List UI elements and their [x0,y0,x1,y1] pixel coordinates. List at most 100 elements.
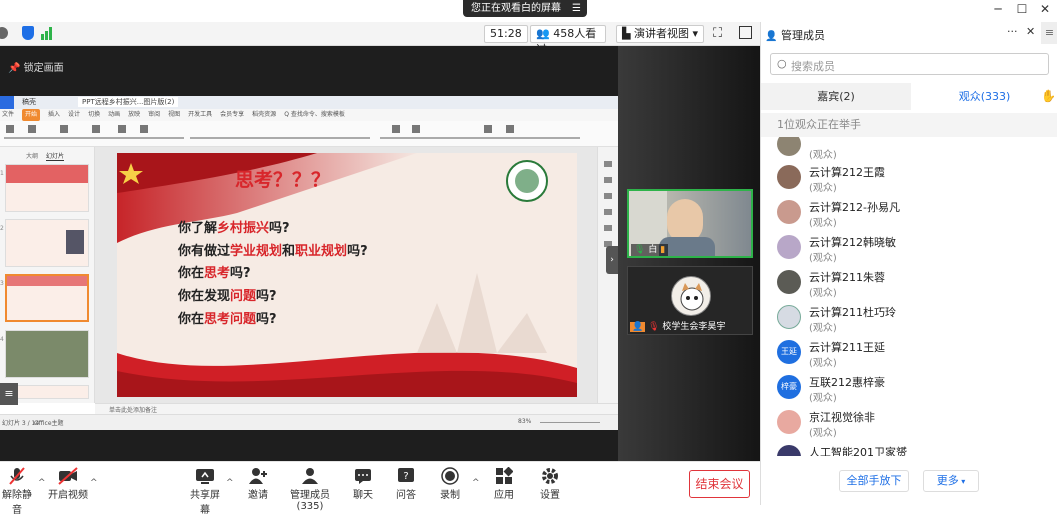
wps-tab-bar: 稿壳 PPT远程乡村振兴...图片版(2) [0,96,618,109]
list-item[interactable]: 京江视觉徐非 (观众) [777,407,1047,440]
slide-thumb-4[interactable] [5,330,89,378]
slide-thumb-2[interactable] [5,219,89,267]
more-button[interactable]: 更多 ▾ [923,470,979,492]
search-icon: ○ [777,57,787,70]
avatar [777,270,801,294]
close-icon[interactable]: ✕ [1026,25,1035,38]
record-button[interactable]: 录制 [438,466,462,501]
settings-button[interactable]: 设置 [538,466,562,501]
wps-tab-1[interactable]: 稿壳 [22,97,36,107]
slide-line-1: 你了解乡村振兴吗? [178,221,290,236]
chevron-up-icon[interactable]: ^ [90,478,98,488]
tab-guests[interactable]: 嘉宾(2) [761,83,911,110]
avatar: 王延 [777,340,801,364]
shield-icon[interactable] [22,26,34,40]
chevron-up-icon[interactable]: ^ [38,478,46,488]
apps-button[interactable]: 应用 [492,466,516,501]
share-screen-button[interactable]: 共享屏幕 [186,466,224,516]
member-list: (观众) 云计算212王霞 (观众) 云计算212-孙易凡 (观众) 云计算212韩… [761,137,1057,456]
user-icon: 👤 [765,31,778,42]
user-icon: 👤 [630,322,646,332]
list-item[interactable]: 人工智能201卫家赟 [777,442,1047,456]
video-name-label: 白 [648,245,658,255]
notes-bar[interactable]: 单击此处添加备注 [95,403,618,414]
slide-thumb-1[interactable] [5,164,89,212]
list-item[interactable]: 云计算211杜巧玲 (观众) [777,302,1047,335]
expand-arrow-icon[interactable]: › [606,246,618,274]
maximize-icon[interactable]: ☐ [1012,2,1032,16]
slide-thumb-3[interactable] [5,274,89,322]
sidebar-toggle-icon[interactable] [739,26,752,39]
end-meeting-button[interactable]: 结束会议 [689,470,750,498]
wps-right-tools [597,147,618,403]
more-options-icon[interactable]: ··· [1007,25,1018,38]
view-mode-select[interactable]: ▙ 演讲者视图 ▾ [616,25,704,43]
unmute-button[interactable]: 解除静音 [0,466,34,516]
chat-icon [352,466,374,486]
bottom-control-bar: 解除静音 ^ 开启视频 ^ 共享屏幕 ^ 邀请 管理成员(335) 聊天 ? 问… [0,461,760,516]
apps-icon [492,466,516,486]
invite-button[interactable]: 邀请 [246,466,270,501]
search-input[interactable]: ○ 搜索成员 [770,53,1049,75]
minimize-icon[interactable]: ─ [988,2,1008,16]
wps-ribbon [0,121,618,147]
list-item[interactable]: 云计算211朱蓉 (观众) [777,267,1047,300]
avatar [777,235,801,259]
mic-muted-icon [0,466,34,486]
lock-screen-button[interactable]: 📌 锁定画面 [0,54,72,84]
avatar [777,137,801,156]
slide-panel: 大纲 幻灯片 1 2 3 4 5 [0,147,95,403]
wps-status-bar: 幻灯片 3 / 14 Office主题 83% [0,414,618,430]
shared-screen: 稿壳 PPT远程乡村振兴...图片版(2) 文件 开始 插入 设计 切换 动画 … [0,96,618,430]
tab-slides[interactable]: 幻灯片 [46,151,65,161]
start-video-button[interactable]: 开启视频 [48,466,88,501]
chevron-down-icon: ▾ [692,27,698,40]
avatar [777,200,801,224]
list-item[interactable]: 云计算212韩晓敏 (观众) [777,232,1047,265]
slide-line-5: 你在思考问题吗? [178,312,277,327]
wps-ribbon-tabs: 文件 开始 插入 设计 切换 动画 放映 审阅 视图 开发工具 会员专享 稻壳资… [0,109,618,121]
viewer-count[interactable]: 👥 458人看过 [530,25,606,56]
sharing-indicator[interactable]: 您正在观看白的屏幕 ☰ [463,0,587,17]
avatar [777,410,801,434]
chat-button[interactable]: 聊天 [352,466,374,501]
meeting-timer: 51:28 [484,25,528,43]
zoom-level[interactable]: 83% [518,418,531,425]
info-icon[interactable] [0,27,8,39]
video-tile-presenter[interactable]: 🎙 白 ▮ [627,189,753,258]
list-item[interactable]: 梓豪 互联212惠梓豪 (观众) [777,372,1047,405]
layout-icon: ▙ [622,27,631,40]
question-icon: ? [394,466,418,486]
panel-menu-icon[interactable]: ≡ [1041,22,1057,44]
menu-icon[interactable]: ☰ [572,0,581,17]
audio-level-icon: ▮ [660,245,666,255]
raise-hand-notice: 1位观众正在举手 [761,113,1057,137]
list-item[interactable]: 王延 云计算211王延 (观众) [777,337,1047,370]
zoom-slider[interactable] [540,422,600,423]
avatar [777,305,801,329]
panel-title: 管理成员 [780,29,825,42]
slide: 思考？？？ 你了解乡村振兴吗? 你有做过学业规划和职业规划吗? 你在思考吗? 你… [117,153,577,397]
avatar [777,165,801,189]
wps-tab-2[interactable]: PPT远程乡村振兴...图片版(2) [78,97,179,107]
avatar: 梓豪 [777,375,801,399]
panel-header: 👤 管理成员 [765,27,825,43]
lower-all-hands-button[interactable]: 全部手放下 [839,470,909,492]
list-item[interactable]: 云计算212-孙易凡 (观众) [777,197,1047,230]
qa-button[interactable]: ? 问答 [394,466,418,501]
share-screen-icon [186,466,224,486]
list-menu-icon[interactable]: ≡ [0,383,18,405]
chevron-up-icon[interactable]: ^ [226,478,234,488]
list-item[interactable]: (观众) [777,137,1047,162]
tab-outline[interactable]: 大纲 [26,151,38,160]
list-item[interactable]: 云计算212王霞 (观众) [777,162,1047,195]
slide-line-2: 你有做过学业规划和职业规划吗? [178,244,368,259]
tab-audience[interactable]: 观众(333) [911,83,1057,110]
manage-members-button[interactable]: 管理成员(335) [280,466,340,512]
close-icon[interactable]: ✕ [1035,2,1055,16]
fullscreen-icon[interactable]: ⛶ [713,26,722,41]
video-tile-participant[interactable]: 👤 🎙 校学生会李昊宇 [627,266,753,335]
ribbon-tools [4,125,580,139]
video-name-label: 校学生会李昊宇 [662,322,726,332]
chevron-up-icon[interactable]: ^ [472,478,480,488]
